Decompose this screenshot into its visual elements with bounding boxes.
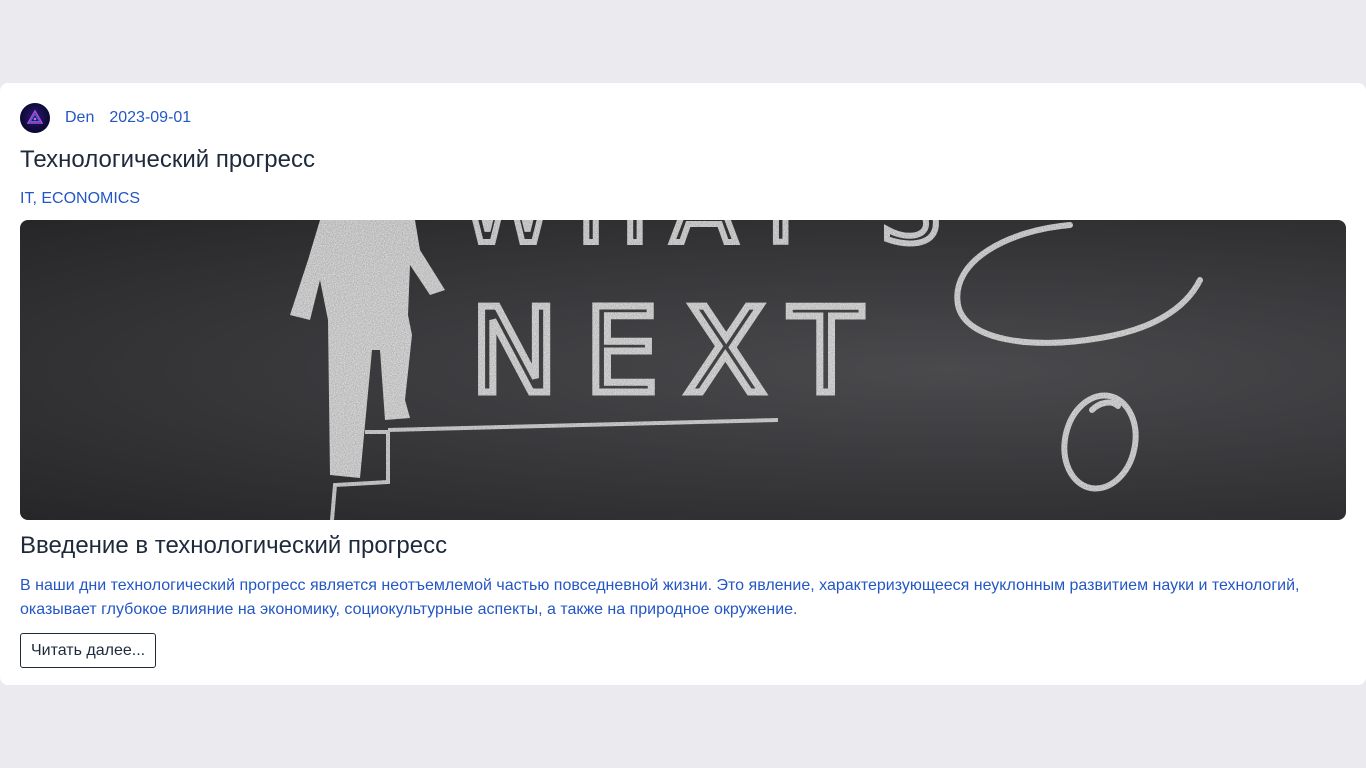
post-meta: Den 2023-09-01 bbox=[20, 103, 1346, 133]
post-subtitle: Введение в технологический прогресс bbox=[20, 532, 448, 559]
post-tags[interactable]: IT, ECONOMICS bbox=[20, 189, 1346, 209]
post-card: Den 2023-09-01 Технологический прогресс … bbox=[0, 83, 1366, 685]
post-title[interactable]: Технологический прогресс bbox=[20, 144, 1346, 176]
post-image[interactable]: WHAT'S NEXT bbox=[20, 220, 1346, 520]
author-name[interactable]: Den bbox=[65, 109, 94, 127]
read-more-button[interactable]: Читать далее... bbox=[20, 633, 157, 668]
avatar-logo-icon bbox=[26, 109, 44, 124]
chalk-question-mark-icon bbox=[954, 222, 1203, 492]
chalk-text-whats: WHAT'S bbox=[460, 220, 963, 265]
post-date[interactable]: 2023-09-01 bbox=[109, 109, 191, 127]
chalk-person-icon bbox=[290, 220, 445, 478]
chalk-text-next: NEXT bbox=[470, 282, 888, 420]
chalkboard-illustration: WHAT'S NEXT bbox=[290, 220, 1203, 520]
post-excerpt: В наши дни технологический прогресс явля… bbox=[20, 577, 1300, 618]
author-avatar[interactable] bbox=[20, 103, 50, 133]
chalk-stairs bbox=[330, 418, 779, 520]
